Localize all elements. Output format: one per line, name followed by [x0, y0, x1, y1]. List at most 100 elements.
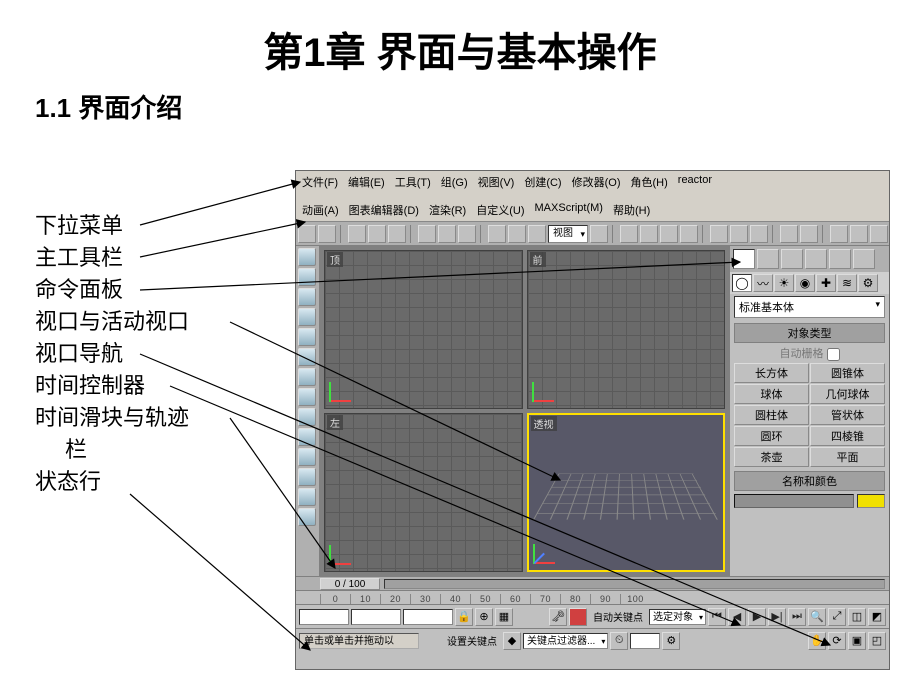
menu-file[interactable]: 文件(F) [302, 174, 338, 190]
obj-geosphere-button[interactable]: 几何球体 [810, 384, 885, 404]
viewport-front[interactable]: 前 [527, 250, 726, 409]
cmd-tab-display-icon[interactable] [829, 249, 851, 269]
next-frame-button[interactable]: ▶| [768, 608, 786, 626]
cmd-tab-utility-icon[interactable] [853, 249, 875, 269]
menu-grapheditor[interactable]: 图表编辑器(D) [349, 202, 419, 218]
selection-set-combo[interactable]: 选定对象 [649, 609, 706, 625]
menu-group[interactable]: 组(G) [441, 174, 468, 190]
unlink-button[interactable] [368, 225, 386, 243]
object-color-swatch[interactable] [857, 494, 885, 508]
obj-box-button[interactable]: 长方体 [734, 363, 809, 383]
obj-sphere-button[interactable]: 球体 [734, 384, 809, 404]
rotate-button[interactable] [508, 225, 526, 243]
viewport-perspective[interactable]: 透视 [527, 413, 726, 572]
menu-render[interactable]: 渲染(R) [429, 202, 466, 218]
nav-pan-icon[interactable]: ✋ [808, 632, 826, 650]
tab-create-icon[interactable] [298, 248, 316, 266]
scale-button[interactable] [528, 225, 546, 243]
cmd-tab-create-icon[interactable] [733, 249, 755, 269]
angle-snap-button[interactable] [640, 225, 658, 243]
coord-x-field[interactable] [299, 609, 349, 625]
sub-spacewarps-icon[interactable]: ≋ [837, 274, 857, 292]
menu-tools[interactable]: 工具(T) [395, 174, 431, 190]
rollout-object-type[interactable]: 对象类型 [734, 323, 885, 343]
schematic-button[interactable] [800, 225, 818, 243]
nav-fov-icon[interactable]: ◩ [868, 608, 886, 626]
select-object-button[interactable] [418, 225, 436, 243]
current-frame-field[interactable] [630, 633, 660, 649]
nav-region-zoom-icon[interactable]: ◫ [848, 608, 866, 626]
time-config-button[interactable]: ⏲ [610, 632, 628, 650]
layer-button[interactable] [750, 225, 768, 243]
cmd-tab-motion-icon[interactable] [805, 249, 827, 269]
object-category-dropdown[interactable]: 标准基本体 [734, 296, 885, 318]
select-region-button[interactable] [438, 225, 456, 243]
align-button[interactable] [730, 225, 748, 243]
obj-cone-button[interactable]: 圆锥体 [810, 363, 885, 383]
obj-teapot-button[interactable]: 茶壶 [734, 447, 809, 467]
play-button[interactable]: ▶ [748, 608, 766, 626]
key-mode-icon[interactable]: 🗝 [549, 608, 567, 626]
menu-modifier[interactable]: 修改器(O) [572, 174, 621, 190]
left-icon-14[interactable] [298, 508, 316, 526]
autogrid-checkbox[interactable] [827, 348, 840, 361]
mirror-button[interactable] [710, 225, 728, 243]
left-icon-13[interactable] [298, 488, 316, 506]
link-button[interactable] [348, 225, 366, 243]
left-icon-9[interactable] [298, 408, 316, 426]
tab-display-icon[interactable] [298, 328, 316, 346]
quick-render-button[interactable] [870, 225, 888, 243]
left-icon-8[interactable] [298, 388, 316, 406]
goto-start-button[interactable]: ⏮ [708, 608, 726, 626]
time-config-icon[interactable]: ⚙ [662, 632, 680, 650]
tab-motion-icon[interactable] [298, 308, 316, 326]
menu-view[interactable]: 视图(V) [478, 174, 515, 190]
tab-utilities-icon[interactable] [298, 348, 316, 366]
nav-arc-rotate-icon[interactable]: ⟳ [828, 632, 846, 650]
auto-key-button[interactable] [569, 608, 587, 626]
set-key-button[interactable]: ◆ [503, 632, 521, 650]
viewport-left[interactable]: 左 [324, 413, 523, 572]
curve-editor-button[interactable] [780, 225, 798, 243]
track-scroll[interactable] [384, 579, 885, 589]
sub-systems-icon[interactable]: ⚙ [858, 274, 878, 292]
obj-tube-button[interactable]: 管状体 [810, 405, 885, 425]
tab-modify-icon[interactable] [298, 268, 316, 286]
cmd-tab-modify-icon[interactable] [757, 249, 779, 269]
menu-maxscript[interactable]: MAXScript(M) [535, 202, 603, 218]
coord-y-field[interactable] [351, 609, 401, 625]
pivot-button[interactable] [590, 225, 608, 243]
prev-frame-button[interactable]: ◀ [728, 608, 746, 626]
left-icon-7[interactable] [298, 368, 316, 386]
menu-edit[interactable]: 编辑(E) [348, 174, 385, 190]
nav-zoom-all-icon[interactable]: ⤢ [828, 608, 846, 626]
sub-cameras-icon[interactable]: ◉ [795, 274, 815, 292]
object-name-field[interactable] [734, 494, 854, 508]
snap-toggle-button[interactable] [620, 225, 638, 243]
key-filter-combo[interactable]: 关键点过滤器... [523, 633, 608, 649]
coord-z-field[interactable] [403, 609, 453, 625]
sub-helpers-icon[interactable]: ✚ [816, 274, 836, 292]
menu-help[interactable]: 帮助(H) [613, 202, 650, 218]
nav-zoom-icon[interactable]: 🔍 [808, 608, 826, 626]
menu-character[interactable]: 角色(H) [631, 174, 668, 190]
menu-customize[interactable]: 自定义(U) [476, 202, 524, 218]
obj-plane-button[interactable]: 平面 [810, 447, 885, 467]
time-slider[interactable]: 0 / 100 [320, 578, 380, 590]
goto-end-button[interactable]: ⏭ [788, 608, 806, 626]
spinner-snap-button[interactable] [680, 225, 698, 243]
cmd-tab-hierarchy-icon[interactable] [781, 249, 803, 269]
nav-maximize-icon[interactable]: ▣ [848, 632, 866, 650]
obj-torus-button[interactable]: 圆环 [734, 426, 809, 446]
viewport-top[interactable]: 顶 [324, 250, 523, 409]
sub-geometry-icon[interactable]: ◯ [732, 274, 752, 292]
grid-toggle-icon[interactable]: ▦ [495, 608, 513, 626]
obj-pyramid-button[interactable]: 四棱锥 [810, 426, 885, 446]
reference-coord-combo[interactable]: 视图 [548, 225, 588, 243]
material-editor-button[interactable] [830, 225, 848, 243]
redo-button[interactable] [318, 225, 336, 243]
abs-rel-toggle-icon[interactable]: ⊕ [475, 608, 493, 626]
menu-reactor[interactable]: reactor [678, 174, 712, 190]
sub-shapes-icon[interactable]: 〰 [753, 274, 773, 292]
tab-hierarchy-icon[interactable] [298, 288, 316, 306]
